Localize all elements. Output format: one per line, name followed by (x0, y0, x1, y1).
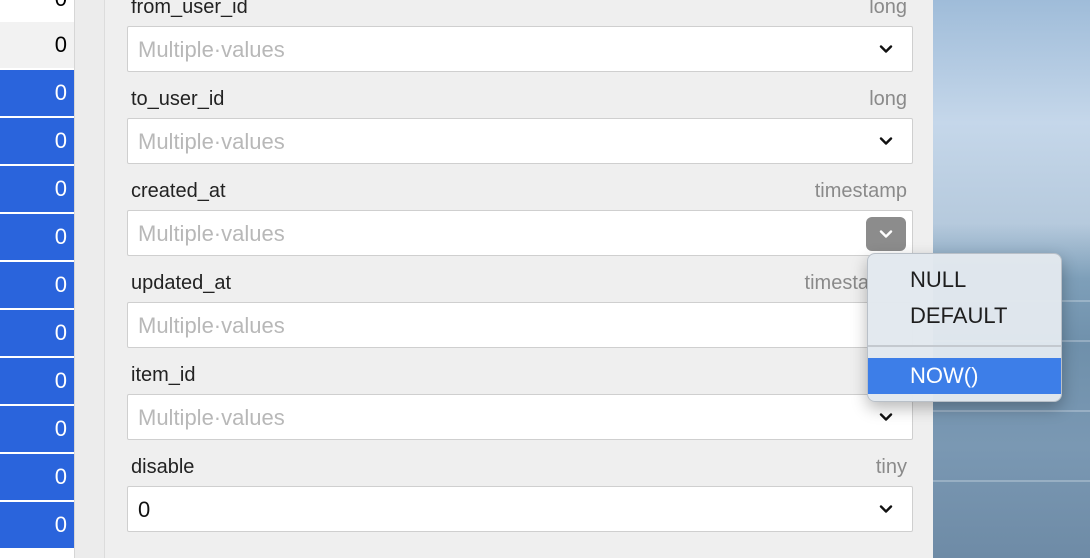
multi-edit-panel: from_user_id long Multiple·values to_use… (104, 0, 933, 558)
field-label: created_at (131, 180, 226, 202)
field-value: Multiple·values (138, 221, 285, 246)
menu-item-null[interactable]: NULL (868, 262, 1061, 298)
field-label: disable (131, 456, 195, 478)
table-row[interactable]: 0 (0, 22, 74, 68)
table-row-selected[interactable]: 0 (0, 358, 74, 404)
field-label: item_id (131, 364, 196, 386)
field-type: long (869, 88, 907, 110)
field-label: updated_at (131, 272, 232, 294)
to-user-id-combo[interactable]: Multiple·values (127, 118, 913, 164)
field-label: to_user_id (131, 88, 225, 110)
field-value: Multiple·values (138, 37, 285, 62)
field-value: Multiple·values (138, 129, 285, 154)
created-at-combo[interactable]: Multiple·values (127, 210, 913, 256)
table-row-selected[interactable]: 0 (0, 454, 74, 500)
updated-at-combo[interactable]: Multiple·values (127, 302, 913, 348)
table-row[interactable]: 0 (0, 0, 74, 22)
table-row-selected[interactable]: 0 (0, 118, 74, 164)
chevron-down-icon (879, 230, 893, 238)
field-type: long (869, 0, 907, 18)
field-value: Multiple·values (138, 405, 285, 430)
chevron-down-icon[interactable] (878, 409, 894, 425)
chevron-down-icon[interactable] (878, 501, 894, 517)
table-row-selected[interactable]: 0 (0, 406, 74, 452)
dropdown-button-active[interactable] (866, 217, 906, 251)
table-row-selected[interactable]: 0 (0, 214, 74, 260)
field-type: timestamp (814, 180, 907, 202)
disable-combo[interactable]: 0 (127, 486, 913, 532)
menu-item-default[interactable]: DEFAULT (868, 298, 1061, 334)
chevron-down-icon[interactable] (878, 133, 894, 149)
item-id-combo[interactable]: Multiple·values (127, 394, 913, 440)
value-dropdown-menu: NULL DEFAULT NOW() (867, 253, 1062, 402)
split-divider[interactable] (74, 0, 104, 558)
records-table-column: 0 0 0 0 0 0 0 0 0 0 0 0 (0, 0, 74, 558)
field-label: from_user_id (131, 0, 248, 18)
table-row-selected[interactable]: 0 (0, 502, 74, 548)
field-value: 0 (138, 497, 151, 522)
table-row-selected[interactable]: 0 (0, 310, 74, 356)
menu-separator (868, 345, 1061, 347)
menu-item-now[interactable]: NOW() (868, 358, 1061, 394)
table-row-selected[interactable]: 0 (0, 70, 74, 116)
table-row-selected[interactable]: 0 (0, 262, 74, 308)
from-user-id-combo[interactable]: Multiple·values (127, 26, 913, 72)
field-type: timesta (804, 272, 869, 294)
field-type: tiny (875, 456, 907, 478)
field-value: Multiple·values (138, 313, 285, 338)
table-row-selected[interactable]: 0 (0, 166, 74, 212)
chevron-down-icon[interactable] (878, 41, 894, 57)
